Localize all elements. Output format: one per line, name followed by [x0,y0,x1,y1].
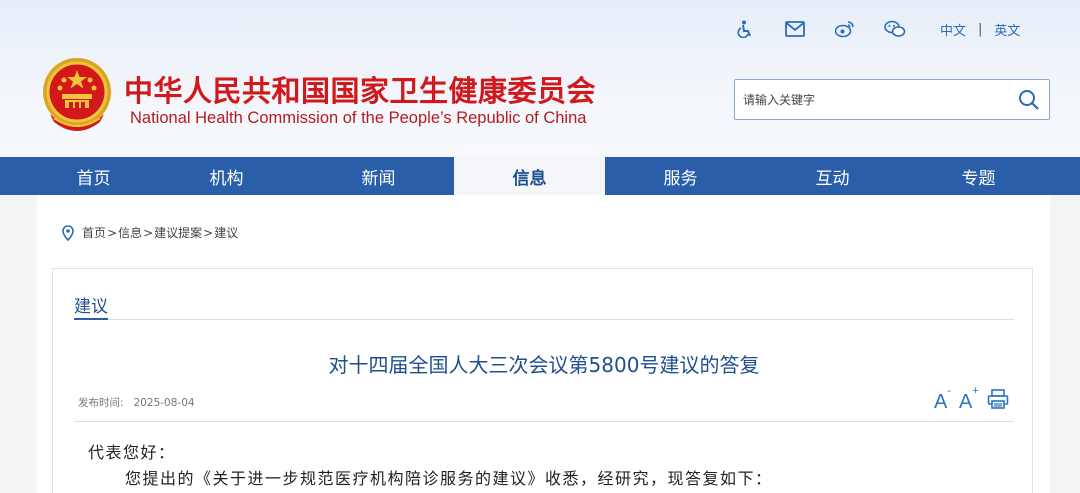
national-emblem-icon[interactable] [40,56,114,136]
breadcrumb-separator: > [143,225,154,240]
nav-item-organization[interactable]: 机构 [170,157,283,195]
breadcrumb-home[interactable]: 首页 [82,224,106,241]
search-icon[interactable] [1017,88,1041,112]
mail-icon[interactable] [784,18,806,40]
nav-item-topics[interactable]: 专题 [922,157,1035,195]
breadcrumb-proposals[interactable]: 建议提案 [154,224,202,241]
breadcrumb-separator: > [107,225,118,240]
section-title: 建议 [74,297,108,317]
publish-date: 2025-08-04 [133,397,195,409]
lang-separator: | [978,22,983,37]
article-meta: 发布时间: 2025-08-04 [78,395,195,410]
site-title-en[interactable]: National Health Commission of the People… [130,109,586,128]
nav-item-interaction[interactable]: 互动 [776,157,889,195]
wechat-icon[interactable] [884,18,906,40]
location-pin-icon [62,224,74,241]
nav-item-news[interactable]: 新闻 [322,157,435,195]
language-switcher: 中文 | 英文 [940,20,1020,39]
site-title-cn[interactable]: 中华人民共和国国家卫生健康委员会 [124,68,596,110]
font-decrease-button[interactable]: A- [934,385,951,414]
search-input[interactable] [735,80,1005,119]
article-tools: A- A+ [934,385,1017,416]
article-title: 对十四届全国人大三次会议第5800号建议的答复 [328,353,760,377]
search-box [734,79,1050,120]
breadcrumb-suggestions[interactable]: 建议 [214,224,238,241]
section-title-underline [74,318,108,320]
lang-cn-link[interactable]: 中文 [940,20,966,39]
section-divider [74,319,1014,320]
breadcrumb-separator: > [203,225,214,240]
weibo-icon[interactable] [834,18,856,40]
font-increase-button[interactable]: A+ [959,385,979,414]
breadcrumb-info[interactable]: 信息 [118,224,142,241]
accessibility-icon[interactable] [734,18,756,40]
lang-en-link[interactable]: 英文 [994,20,1020,39]
nav-item-home[interactable]: 首页 [37,157,150,195]
article-paragraph: 您提出的《关于进一步规范医疗机构陪诊服务的建议》收悉，经研究，现答复如下： [125,469,773,488]
main-nav: 首页 机构 新闻 信息 服务 互动 专题 [0,157,1080,195]
article-body: 代表您好： 您提出的《关于进一步规范医疗机构陪诊服务的建议》收悉，经研究，现答复… [88,440,773,492]
top-icon-bar [734,18,934,40]
nav-item-service[interactable]: 服务 [624,157,737,195]
article-greeting: 代表您好： [88,443,176,462]
print-icon[interactable] [987,388,1009,416]
meta-divider [74,421,1014,422]
publish-date-label: 发布时间: [78,397,124,409]
nav-item-info[interactable]: 信息 [454,157,605,195]
breadcrumb: 首页 > 信息 > 建议提案 > 建议 [62,224,238,241]
